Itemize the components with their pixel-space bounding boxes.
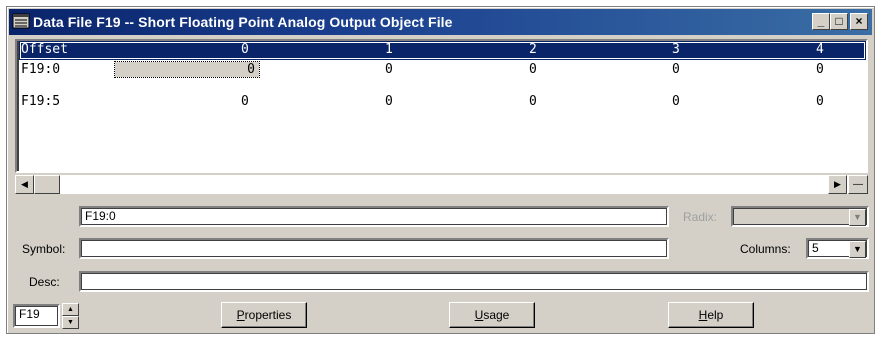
columns-dropdown[interactable]: 5 ▼ xyxy=(806,238,869,259)
grid-header: Offset 0 1 2 3 4 xyxy=(19,41,866,60)
scroll-right-button[interactable]: ▶ xyxy=(828,175,847,194)
usage-button[interactable]: Usage xyxy=(449,302,535,328)
offset-header: Offset xyxy=(21,42,68,57)
table-cell[interactable]: 0 xyxy=(672,94,680,109)
table-cell[interactable]: 0 xyxy=(672,62,680,77)
scroll-thumb[interactable] xyxy=(34,175,60,194)
columns-value: 5 xyxy=(812,241,819,255)
file-number-field[interactable]: F19 xyxy=(13,304,60,328)
table-cell[interactable]: 0 xyxy=(816,62,824,77)
table-row: F19:5 0 0 0 0 0 xyxy=(19,92,866,122)
scroll-left-button[interactable]: ◀ xyxy=(15,175,34,194)
collapse-icon: — xyxy=(853,179,863,190)
right-arrow-icon: ▶ xyxy=(834,179,841,189)
collapse-button[interactable]: — xyxy=(848,175,868,194)
horizontal-scrollbar[interactable]: ◀ ▶ — xyxy=(15,175,868,194)
address-value: F19:0 xyxy=(85,209,116,223)
grid-body: Offset 0 1 2 3 4 F19:0 0 0 0 0 0 F19:5 0… xyxy=(17,41,866,171)
column-header-3[interactable]: 3 xyxy=(672,42,680,57)
chevron-down-icon: ▼ xyxy=(849,241,866,258)
properties-label: roperties xyxy=(244,308,292,322)
table-cell[interactable]: 0 xyxy=(816,94,824,109)
spin-up-button[interactable]: ▲ xyxy=(62,303,79,316)
properties-accel: P xyxy=(236,308,245,322)
left-arrow-icon: ◀ xyxy=(21,179,28,189)
symbol-field[interactable] xyxy=(79,238,669,259)
desc-label: Desc: xyxy=(29,275,60,289)
help-button[interactable]: Help xyxy=(668,302,754,328)
minimize-icon: _ xyxy=(817,14,825,28)
usage-accel: U xyxy=(474,308,484,322)
radix-label: Radix: xyxy=(683,210,718,224)
title-bar[interactable]: Data File F19 -- Short Floating Point An… xyxy=(9,9,872,35)
data-file-icon xyxy=(12,13,30,29)
maximize-button[interactable]: □ xyxy=(830,13,848,30)
chevron-down-icon: ▼ xyxy=(849,209,866,226)
down-arrow-icon: ▼ xyxy=(67,319,74,326)
up-arrow-icon: ▲ xyxy=(67,306,74,313)
properties-button[interactable]: Properties xyxy=(221,302,307,328)
address-field[interactable]: F19:0 xyxy=(79,206,669,227)
column-header-4[interactable]: 4 xyxy=(816,42,824,57)
minimize-button[interactable]: _ xyxy=(812,13,830,30)
window-title: Data File F19 -- Short Floating Point An… xyxy=(33,14,453,30)
close-button[interactable]: × xyxy=(850,13,868,30)
symbol-label: Symbol: xyxy=(22,242,66,256)
table-cell[interactable]: 0 xyxy=(529,94,537,109)
usage-label: sage xyxy=(483,308,510,322)
table-cell-selected[interactable]: 0 xyxy=(114,61,260,78)
data-file-window: Data File F19 -- Short Floating Point An… xyxy=(6,6,875,334)
row-label: F19:0 xyxy=(21,62,61,77)
data-grid[interactable]: Offset 0 1 2 3 4 F19:0 0 0 0 0 0 F19:5 0… xyxy=(15,39,868,173)
spin-down-button[interactable]: ▼ xyxy=(62,316,79,329)
close-icon: × xyxy=(855,14,863,28)
table-cell[interactable]: 0 xyxy=(241,94,249,109)
table-cell[interactable]: 0 xyxy=(385,94,393,109)
column-header-1[interactable]: 1 xyxy=(385,42,393,57)
column-header-0[interactable]: 0 xyxy=(241,42,249,57)
maximize-icon: □ xyxy=(835,14,843,28)
table-row: F19:0 0 0 0 0 0 xyxy=(19,60,866,90)
file-number-value: F19 xyxy=(19,307,40,321)
columns-label: Columns: xyxy=(740,242,791,256)
help-label: elp xyxy=(707,308,724,322)
table-cell[interactable]: 0 xyxy=(385,62,393,77)
description-field[interactable] xyxy=(79,271,869,292)
table-cell[interactable]: 0 xyxy=(529,62,537,77)
row-label: F19:5 xyxy=(21,94,61,109)
radix-dropdown[interactable]: ▼ xyxy=(731,206,869,227)
column-header-2[interactable]: 2 xyxy=(529,42,537,57)
